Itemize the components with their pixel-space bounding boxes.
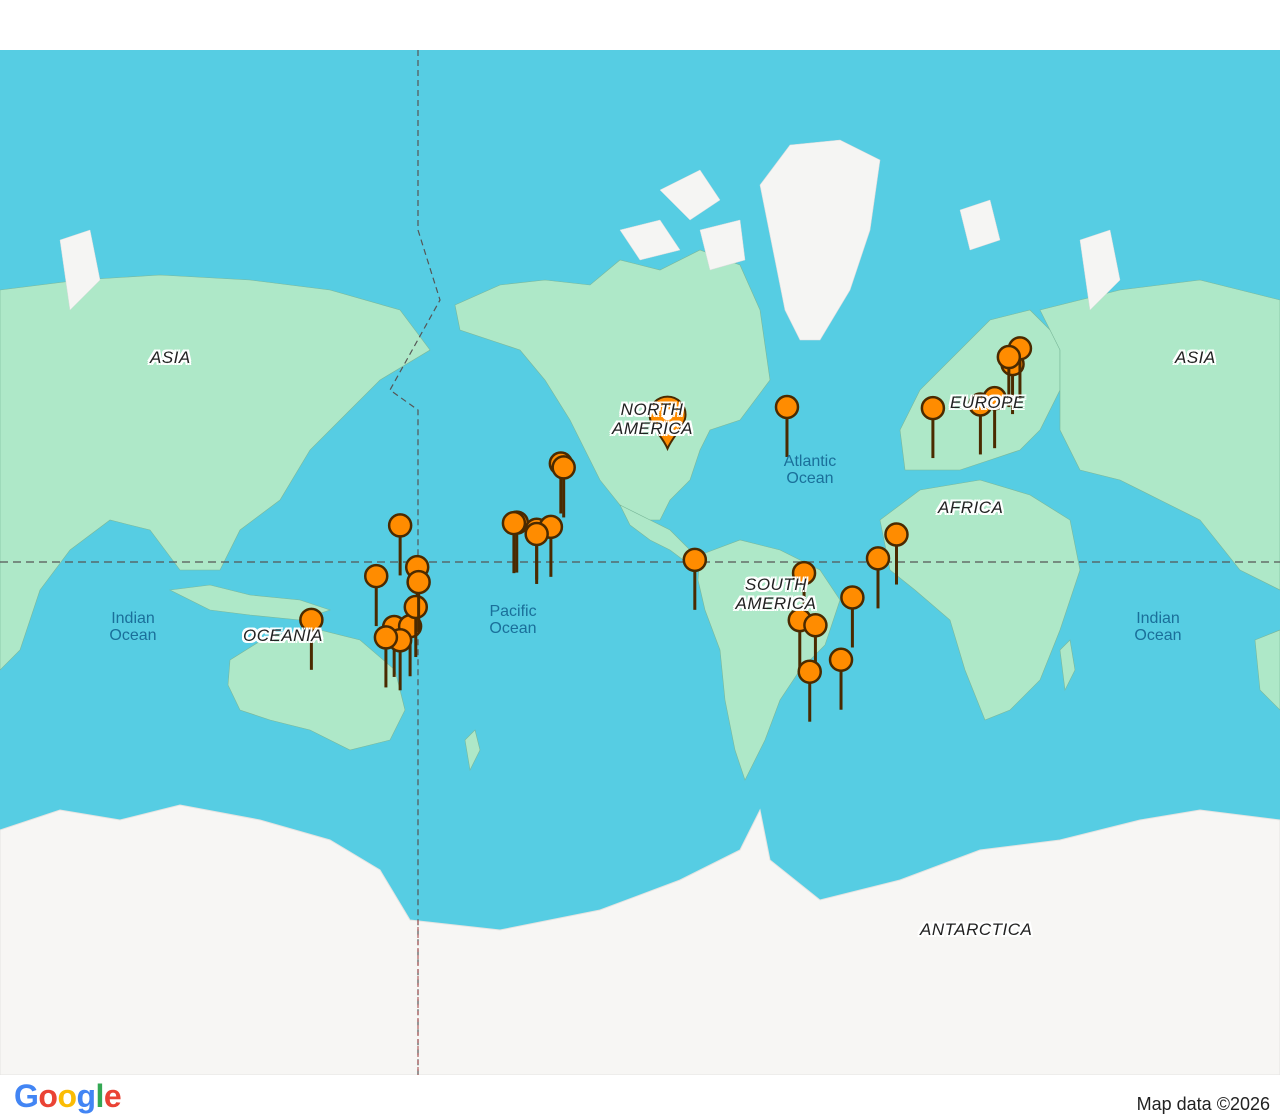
google-logo-letter: g [76, 1078, 96, 1114]
google-logo[interactable]: Google [14, 1078, 122, 1115]
marker-head [387, 513, 413, 538]
land-asia-right [1039, 279, 1280, 591]
marker-head [840, 585, 865, 610]
marker-south-america-2[interactable] [840, 585, 865, 648]
label-antarctica: ANTARCTICA [920, 920, 1033, 939]
marker-head [406, 569, 431, 595]
label-north-america: NORTH AMERICA [612, 400, 693, 438]
marker-head [551, 455, 576, 480]
label-asia-right: ASIA [1175, 348, 1216, 367]
marker-samoa-5[interactable] [524, 521, 549, 584]
label-pacific-ocean: Pacific Ocean [489, 603, 537, 637]
marker-head [803, 612, 828, 638]
marker-head [524, 521, 549, 547]
label-indian-ocean-left: Indian Ocean [109, 610, 157, 644]
marker-head [920, 395, 946, 421]
google-logo-letter: e [103, 1078, 122, 1114]
label-africa: AFRICA [938, 498, 1004, 517]
map-data-attribution[interactable]: Map data ©2026 [1137, 1094, 1270, 1115]
land-antarctica [0, 804, 1280, 1075]
label-oceania: OCEANIA [243, 626, 324, 645]
land-new-zealand [464, 729, 481, 771]
label-europe: EUROPE [950, 393, 1025, 412]
google-logo-letter: o [38, 1078, 58, 1114]
marker-head [501, 510, 527, 536]
marker-head [884, 522, 909, 547]
google-logo-letter: l [95, 1078, 105, 1114]
marker-east-usa[interactable] [774, 394, 800, 457]
map-footer [0, 1075, 1280, 1120]
google-logo-letter: G [14, 1078, 39, 1114]
marker-head [828, 647, 854, 672]
marker-head [682, 547, 708, 573]
marker-samoa-2[interactable] [501, 510, 527, 574]
land-north-america [454, 249, 771, 521]
label-indian-ocean-right: Indian Ocean [1134, 610, 1182, 644]
land-australia [227, 629, 406, 751]
marker-aus-3[interactable] [363, 563, 389, 627]
google-logo-letter: o [57, 1078, 77, 1114]
marker-head [797, 659, 822, 684]
label-south-america: SOUTH AMERICA [735, 575, 817, 613]
marker-head [373, 625, 399, 650]
marker-south-america-6[interactable] [797, 659, 822, 722]
land-madagascar [1059, 639, 1076, 692]
map-canvas[interactable] [0, 50, 1280, 1075]
land-greenland [759, 139, 881, 341]
marker-head [774, 394, 800, 420]
marker-brazil-1[interactable] [865, 546, 891, 609]
marker-head [363, 563, 389, 589]
label-asia-left: ASIA [150, 348, 191, 367]
label-atlantic-ocean: Atlantic Ocean [783, 453, 837, 487]
marker-head [403, 594, 429, 620]
marker-pacific-2[interactable] [551, 455, 576, 518]
top-bar [0, 0, 1280, 50]
marker-head [865, 546, 891, 571]
marker-head [996, 344, 1022, 370]
world-map[interactable]: ASIA ASIA NORTH AMERICA EUROPE AFRICA SO… [0, 50, 1280, 1075]
land-australia-right [1254, 629, 1280, 711]
marker-south-america-5[interactable] [828, 647, 854, 710]
